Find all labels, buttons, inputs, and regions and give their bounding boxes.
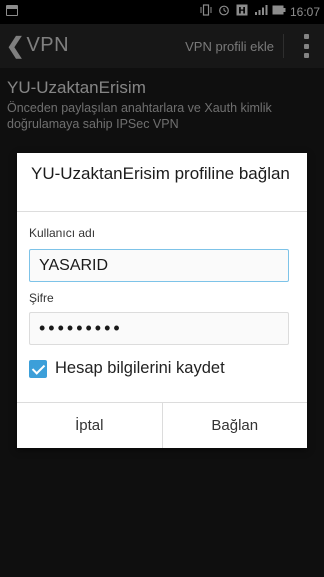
save-credentials-row[interactable]: Hesap bilgilerini kaydet bbox=[29, 359, 225, 378]
page-title: VPN bbox=[26, 34, 70, 56]
overflow-menu-icon[interactable] bbox=[302, 34, 310, 58]
svg-text:H: H bbox=[238, 7, 246, 17]
alarm-icon bbox=[218, 4, 230, 16]
vibrate-icon bbox=[200, 4, 212, 16]
add-vpn-profile-button[interactable]: VPN profili ekle bbox=[185, 39, 274, 54]
save-credentials-checkbox[interactable] bbox=[29, 359, 47, 378]
back-button[interactable]: ❮ VPN bbox=[6, 34, 69, 57]
connect-dialog: YU-UzaktanErisim profiline bağlan Kullan… bbox=[17, 153, 307, 448]
status-bar: H 16:07 bbox=[0, 0, 324, 24]
h-plus-icon: H bbox=[236, 4, 248, 17]
vpn-profile-description: Önceden paylaşılan anahtarlara ve Xauth … bbox=[7, 101, 272, 131]
action-bar: ❮ VPN VPN profili ekle bbox=[0, 24, 324, 68]
dialog-buttons: İptal Bağlan bbox=[17, 402, 307, 448]
clock: 16:07 bbox=[289, 5, 320, 19]
password-label: Şifre bbox=[29, 291, 54, 305]
vpn-profile-item[interactable]: YU-UzaktanErisim Önceden paylaşılan anah… bbox=[7, 78, 317, 132]
username-label: Kullanıcı adı bbox=[29, 226, 96, 240]
dialog-title: YU-UzaktanErisim profiline bağlan bbox=[31, 164, 290, 183]
status-icons: H bbox=[200, 4, 286, 17]
connect-button[interactable]: Bağlan bbox=[161, 403, 308, 448]
save-credentials-label: Hesap bilgilerini kaydet bbox=[55, 359, 225, 377]
cancel-button[interactable]: İptal bbox=[17, 403, 162, 448]
vpn-profile-name: YU-UzaktanErisim bbox=[7, 78, 146, 97]
signal-icon bbox=[254, 4, 268, 16]
password-field[interactable]: ••••••••• bbox=[29, 312, 289, 345]
back-chevron-icon: ❮ bbox=[6, 32, 25, 58]
action-divider bbox=[283, 34, 284, 58]
screenshot-icon bbox=[6, 5, 18, 16]
username-field[interactable]: YASARID bbox=[29, 249, 289, 282]
battery-icon bbox=[272, 4, 286, 16]
dialog-divider bbox=[17, 211, 307, 212]
